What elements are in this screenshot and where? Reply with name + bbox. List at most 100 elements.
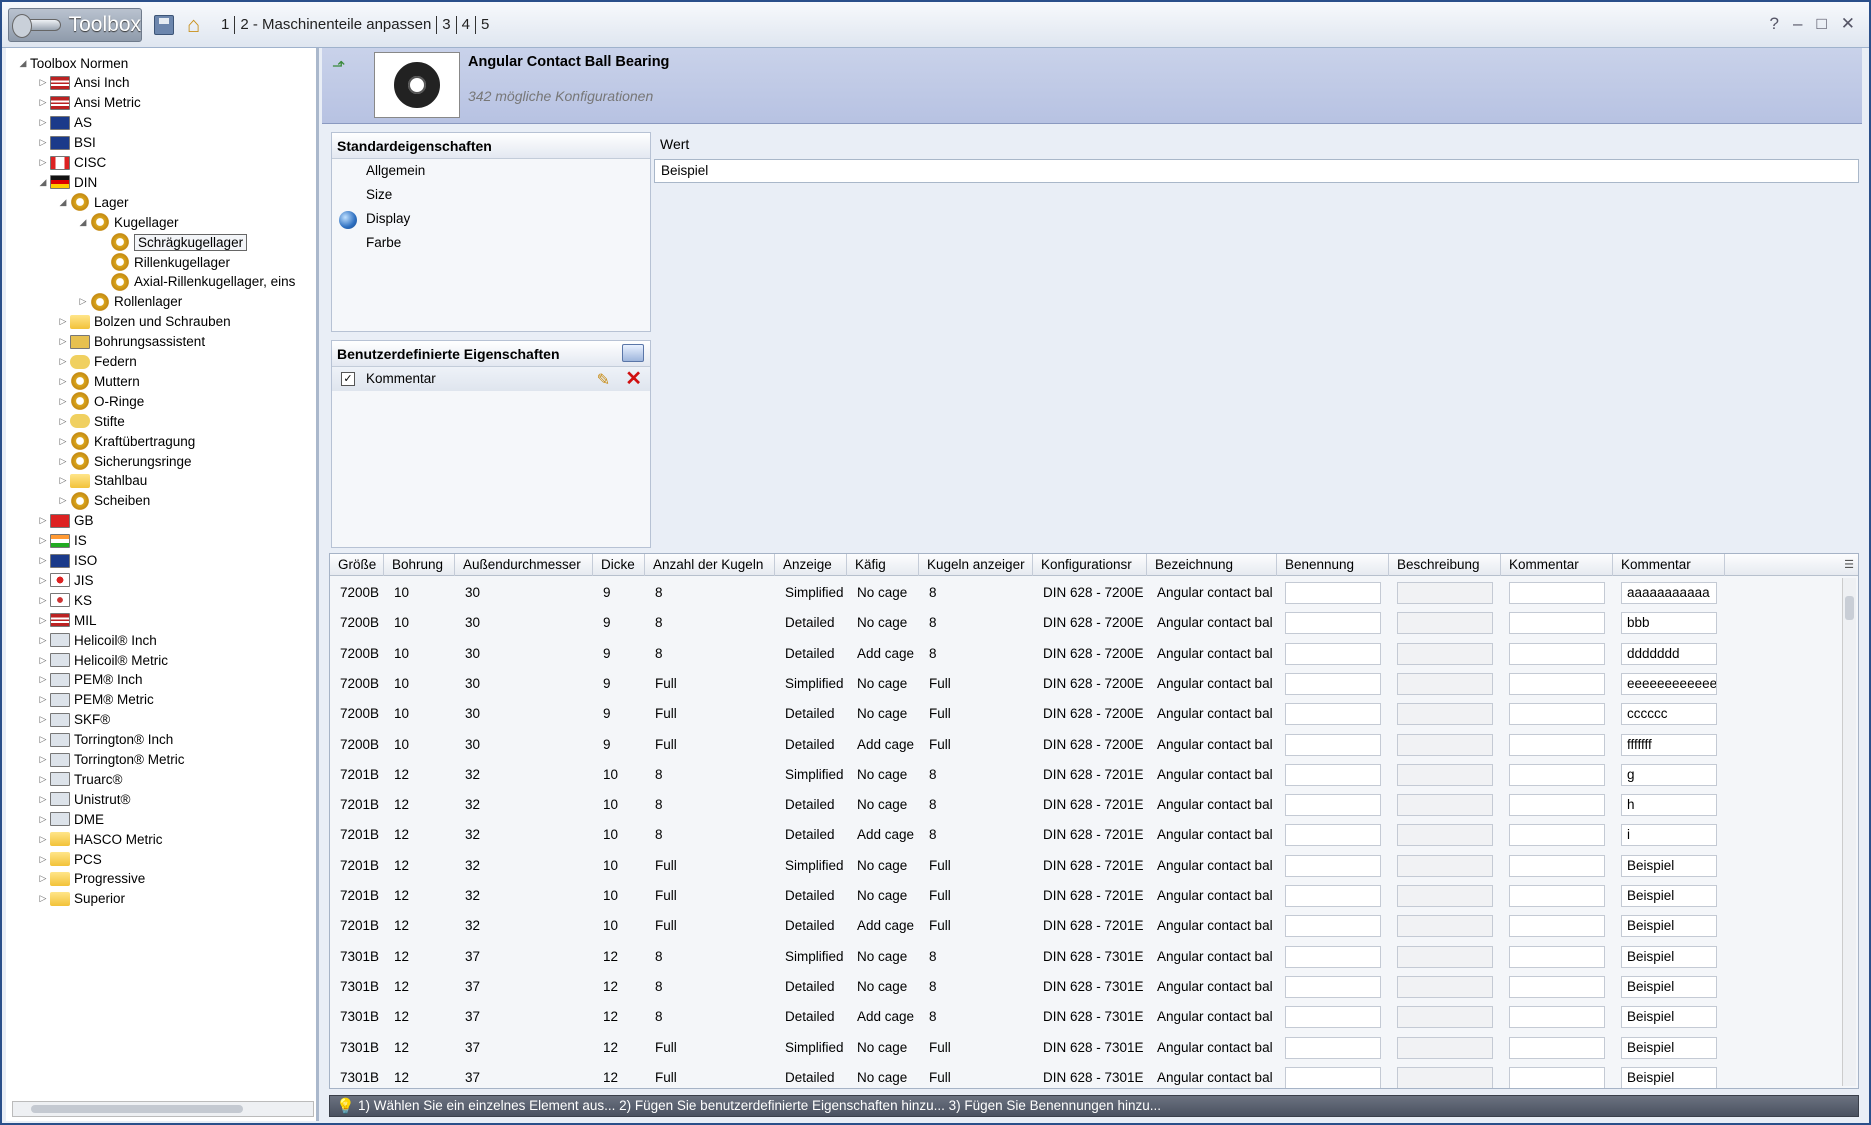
collapse-arrow-icon[interactable]: ◢ <box>16 58 30 69</box>
cell-input[interactable]: Beispiel <box>1621 915 1717 938</box>
table-row[interactable]: 7201B 12 32 10 Full Detailed No cage Full DIN 62… <box>330 881 1725 911</box>
tree-item[interactable]: ▷ Superior <box>36 888 126 910</box>
cell-input[interactable] <box>1285 885 1381 907</box>
tree-item[interactable]: ▷ AS <box>36 112 92 134</box>
column-header[interactable]: Anzeige <box>775 554 847 576</box>
save-icon[interactable] <box>154 15 174 35</box>
cell-input[interactable] <box>1397 733 1493 756</box>
table-row[interactable]: 7201B 12 32 10 8 Detailed No cage 8 DIN 628 - 72… <box>330 790 1725 820</box>
tree-item[interactable]: ▷ Ansi Inch <box>36 72 130 94</box>
value-field[interactable]: Beispiel <box>654 159 1859 183</box>
scroll-thumb[interactable] <box>1845 596 1854 620</box>
expand-arrow-icon[interactable]: ▷ <box>56 436 70 447</box>
cell-input[interactable]: h <box>1621 794 1717 817</box>
cell-input[interactable] <box>1509 824 1605 847</box>
table-row[interactable]: 7200B 10 30 9 8 Detailed Add cage 8 DIN 628 - 72… <box>330 639 1725 669</box>
property-checkbox[interactable]: ✓ <box>341 372 355 386</box>
cell-input[interactable]: g <box>1621 763 1717 786</box>
tree-horizontal-scrollbar[interactable] <box>12 1101 314 1117</box>
table-row[interactable]: 7200B 10 30 9 Full Detailed No cage Full DIN 628… <box>330 699 1725 729</box>
column-header[interactable]: Kommentar <box>1613 554 1725 576</box>
cell-input[interactable] <box>1397 975 1493 998</box>
cell-input[interactable] <box>1397 672 1493 695</box>
cell-input[interactable]: aaaaaaaaaaa <box>1621 582 1717 604</box>
cell-input[interactable] <box>1397 794 1493 817</box>
cell-input[interactable] <box>1285 672 1381 695</box>
table-row[interactable]: 7200B 10 30 9 Full Simplified No cage Full DIN 6… <box>330 669 1725 699</box>
tree-item[interactable]: ▷ Federn <box>56 351 137 373</box>
tree-item[interactable]: ▷ HASCO Metric <box>36 828 163 850</box>
table-row[interactable]: 7301B 12 37 12 8 Simplified No cage 8 DIN 628 - … <box>330 942 1725 972</box>
expand-arrow-icon[interactable]: ▷ <box>36 615 50 626</box>
column-header[interactable]: Kugeln anzeiger <box>919 554 1033 576</box>
cell-input[interactable] <box>1509 945 1605 968</box>
expand-arrow-icon[interactable]: ▷ <box>36 655 50 666</box>
add-property-icon[interactable] <box>622 344 644 362</box>
cell-input[interactable]: Beispiel <box>1621 1066 1717 1088</box>
cell-input[interactable] <box>1509 1006 1605 1029</box>
property-item-farbe[interactable]: Farbe <box>332 231 650 255</box>
tree-item[interactable]: ◢ Lager <box>56 191 129 213</box>
column-header[interactable]: Benennung <box>1277 554 1389 576</box>
column-header[interactable]: Außendurchmesser <box>455 554 593 576</box>
cell-input[interactable] <box>1509 1036 1605 1059</box>
expand-arrow-icon[interactable]: ▷ <box>36 97 50 108</box>
cell-input[interactable]: eeeeeeeeeeee <box>1621 672 1717 695</box>
column-chooser-icon[interactable]: ☰ <box>1842 556 1856 574</box>
expand-arrow-icon[interactable]: ▷ <box>36 854 50 865</box>
table-row[interactable]: 7301B 12 37 12 8 Detailed No cage 8 DIN 628 - 73… <box>330 972 1725 1002</box>
breadcrumb-step-5[interactable]: 5 <box>476 16 494 34</box>
cell-input[interactable] <box>1509 582 1605 604</box>
expand-arrow-icon[interactable]: ▷ <box>56 456 70 467</box>
pencil-icon[interactable]: ✎ <box>597 369 610 393</box>
cell-input[interactable] <box>1509 642 1605 665</box>
tree-item[interactable]: ◢ DIN <box>36 171 98 193</box>
cell-input[interactable] <box>1509 672 1605 695</box>
property-item-size[interactable]: Size <box>332 183 650 207</box>
tree-item[interactable]: ▷ GB <box>36 510 94 532</box>
property-item-display[interactable]: Display <box>332 207 650 231</box>
cell-input[interactable]: Beispiel <box>1621 945 1717 968</box>
cell-input[interactable] <box>1397 703 1493 726</box>
tree-item[interactable]: ▷ PEM® Metric <box>36 689 154 711</box>
table-row[interactable]: 7200B 10 30 9 8 Simplified No cage 8 DIN 628 - 7… <box>330 578 1725 608</box>
table-row[interactable]: 7201B 12 32 10 8 Detailed Add cage 8 DIN 628 - 7… <box>330 820 1725 850</box>
cell-input[interactable] <box>1397 1006 1493 1029</box>
cell-input[interactable] <box>1285 642 1381 665</box>
cell-input[interactable] <box>1509 794 1605 817</box>
tree-item[interactable]: ▷ Muttern <box>56 370 140 392</box>
cell-input[interactable] <box>1285 915 1381 938</box>
tree-item[interactable]: ▷ SKF® <box>36 709 111 731</box>
expand-arrow-icon[interactable]: ▷ <box>36 714 50 725</box>
tree-item[interactable]: ▷ KS <box>36 589 92 611</box>
expand-arrow-icon[interactable]: ▷ <box>36 77 50 88</box>
cell-input[interactable] <box>1397 915 1493 938</box>
tree-item[interactable]: ▷ MIL <box>36 609 97 631</box>
tree-item[interactable]: ▷ Torrington® Inch <box>36 729 174 751</box>
cell-input[interactable]: Beispiel <box>1621 1006 1717 1029</box>
table-row[interactable]: 7301B 12 37 12 8 Detailed Add cage 8 DIN 628 - 7… <box>330 1002 1725 1032</box>
breadcrumb-step-1[interactable]: 1 <box>216 16 236 34</box>
column-header[interactable]: Bezeichnung <box>1147 554 1277 576</box>
cell-input[interactable] <box>1509 975 1605 998</box>
tree-item[interactable]: ▷ PCS <box>36 848 102 870</box>
expand-arrow-icon[interactable]: ▷ <box>36 834 50 845</box>
tree-item[interactable]: ▷ PEM® Inch <box>36 669 143 691</box>
cell-input[interactable] <box>1397 854 1493 877</box>
tree-item[interactable]: ▷ Ansi Metric <box>36 92 141 114</box>
expand-arrow-icon[interactable]: ▷ <box>56 475 70 486</box>
table-row[interactable]: 7200B 10 30 9 8 Detailed No cage 8 DIN 628 - 720… <box>330 608 1725 638</box>
close-icon[interactable]: ✕ <box>1841 14 1855 34</box>
column-header[interactable]: Anzahl der Kugeln <box>645 554 775 576</box>
cell-input[interactable] <box>1285 794 1381 817</box>
breadcrumb-step-2[interactable]: 2 - Maschinenteile anpassen <box>235 16 438 34</box>
expand-arrow-icon[interactable]: ▷ <box>56 336 70 347</box>
scroll-thumb[interactable] <box>31 1105 243 1113</box>
expand-arrow-icon[interactable]: ▷ <box>36 515 50 526</box>
table-row[interactable]: 7301B 12 37 12 Full Detailed No cage Full DIN 62… <box>330 1063 1725 1088</box>
collapse-arrow-icon[interactable]: ◢ <box>56 197 70 208</box>
cell-input[interactable] <box>1285 612 1381 635</box>
tree-item[interactable]: ▷ Bolzen und Schrauben <box>56 311 231 333</box>
cell-input[interactable] <box>1509 703 1605 726</box>
tree-item[interactable]: ▷ Stahlbau <box>56 470 148 492</box>
